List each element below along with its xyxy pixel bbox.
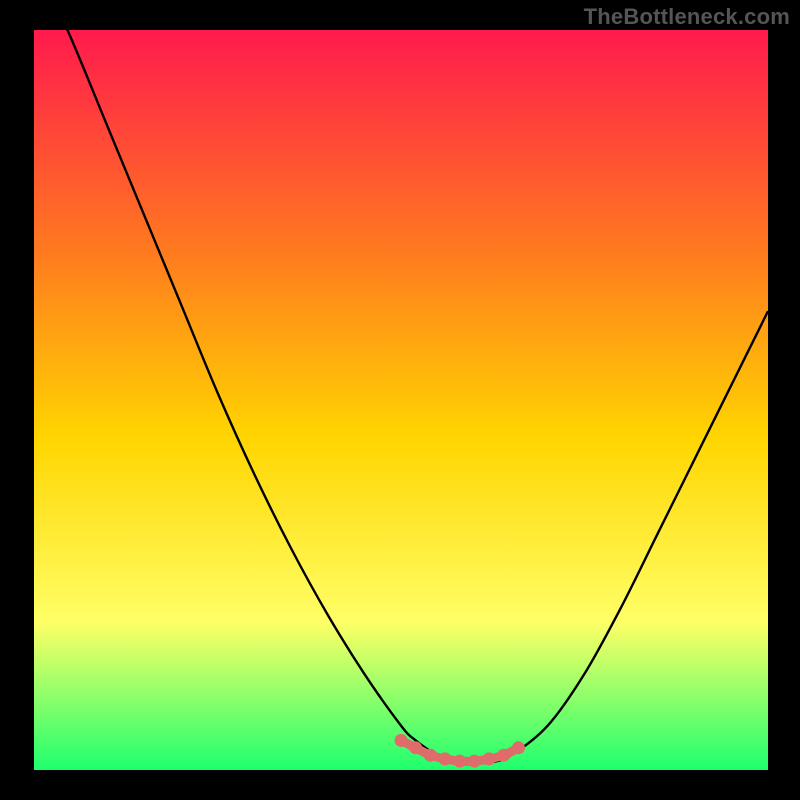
marker-dot (483, 752, 496, 765)
marker-dot (497, 749, 510, 762)
marker-dot (512, 741, 525, 754)
bottleneck-chart (0, 0, 800, 800)
marker-dot (468, 755, 481, 768)
gradient-background (34, 30, 768, 770)
marker-dot (409, 741, 422, 754)
marker-dot (395, 734, 408, 747)
marker-dot (453, 755, 466, 768)
marker-dot (424, 749, 437, 762)
chart-frame: TheBottleneck.com (0, 0, 800, 800)
marker-dot (439, 752, 452, 765)
